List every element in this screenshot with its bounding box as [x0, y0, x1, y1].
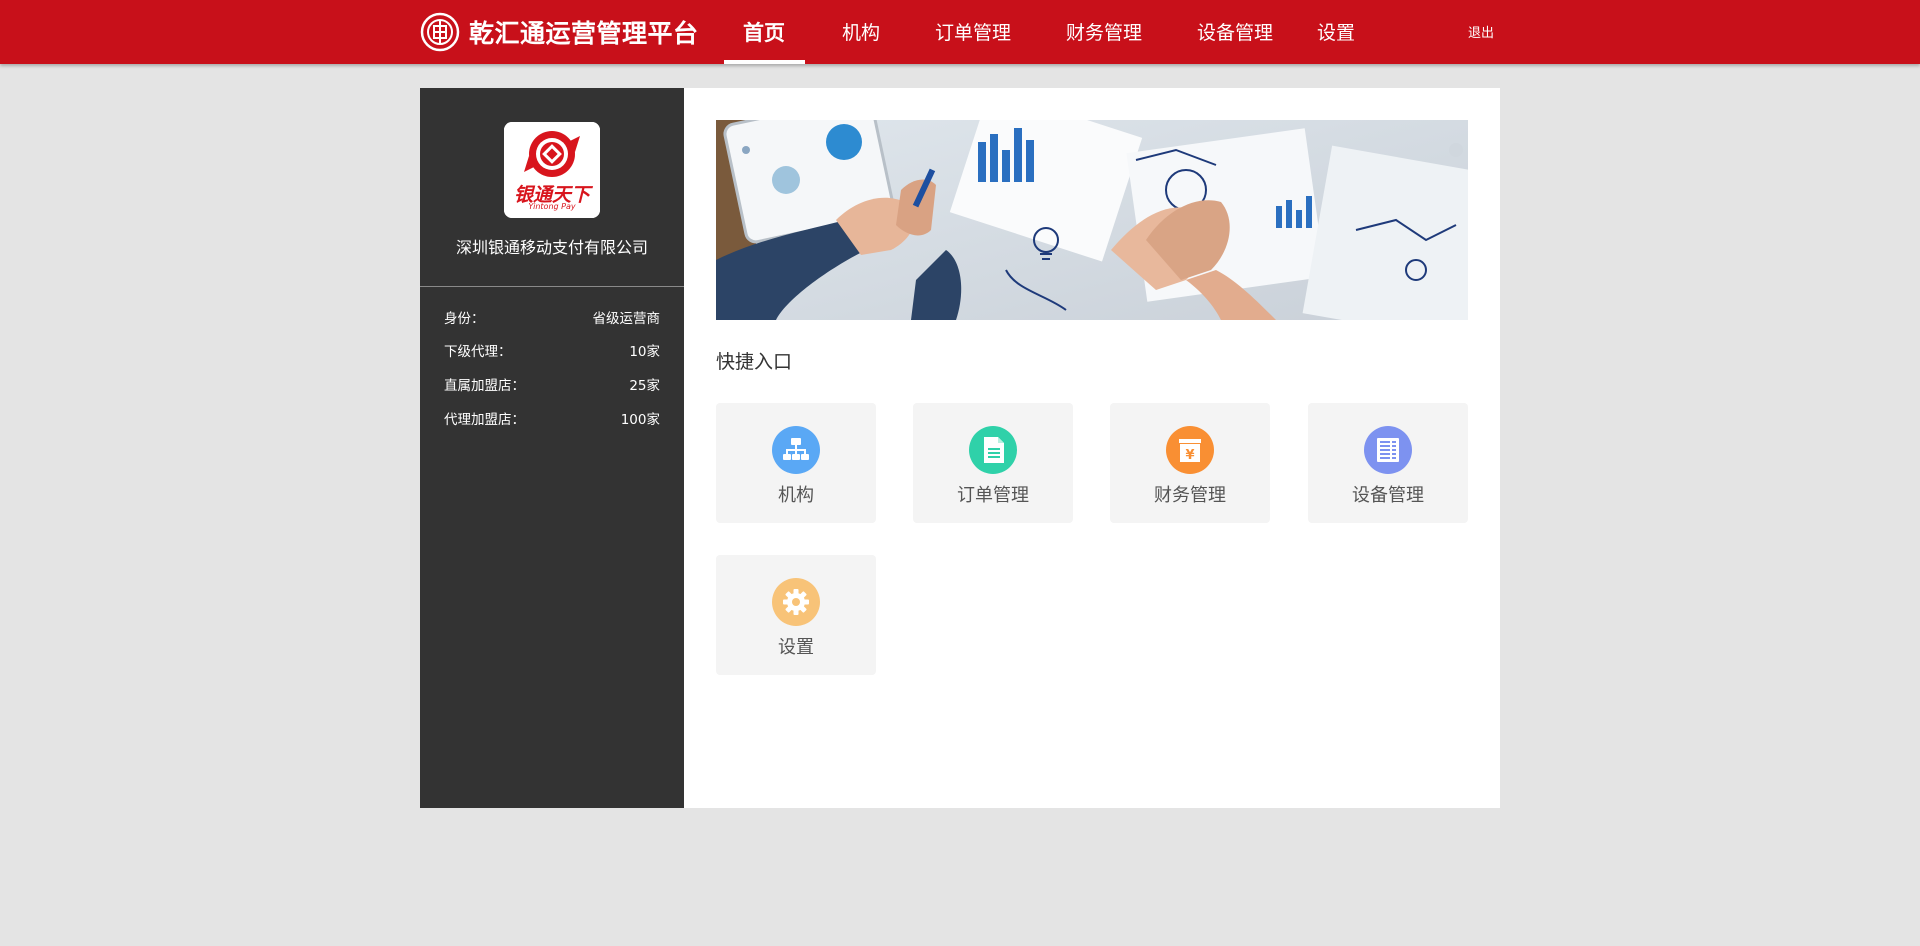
nav-settings[interactable]: 设置 [1317, 0, 1355, 64]
yuan-icon: ¥ [1166, 426, 1214, 474]
nav-active-indicator [724, 60, 805, 64]
shortcut-org[interactable]: 机构 [716, 403, 876, 523]
dashboard-content: 快捷入口 机构 订单管理 ¥ 财务管理 设备管理 设置 [684, 88, 1500, 808]
org-logo: 银通天下 Yintong Pay [504, 122, 600, 218]
app-title: 乾汇通运营管理平台 [469, 19, 699, 48]
org-chart-icon [772, 426, 820, 474]
shortcut-label: 机构 [778, 485, 814, 506]
shortcut-finance[interactable]: ¥ 财务管理 [1110, 403, 1270, 523]
info-value: 25家 [629, 378, 660, 394]
sidebar-divider [420, 286, 684, 287]
nav-org[interactable]: 机构 [842, 0, 880, 64]
info-row-identity: 身份： 省级运营商 [444, 307, 660, 327]
qianhuitong-logo-icon [420, 12, 460, 52]
shortcut-label: 订单管理 [957, 485, 1029, 506]
info-value: 10家 [629, 344, 660, 360]
device-icon [1364, 426, 1412, 474]
nav-devices[interactable]: 设备管理 [1197, 0, 1273, 64]
account-sidebar: 银通天下 Yintong Pay 深圳银通移动支付有限公司 身份： 省级运营商 … [420, 88, 684, 808]
quick-access-title: 快捷入口 [716, 351, 793, 373]
info-row-sub-agents: 下级代理： 10家 [444, 340, 660, 360]
info-row-direct-stores: 直属加盟店： 25家 [444, 374, 660, 394]
shortcut-devices[interactable]: 设备管理 [1308, 403, 1468, 523]
info-label: 代理加盟店： [444, 412, 525, 428]
shortcut-label: 设备管理 [1352, 485, 1424, 506]
info-label: 身份： [444, 311, 485, 327]
main-panel: 银通天下 Yintong Pay 深圳银通移动支付有限公司 身份： 省级运营商 … [420, 88, 1500, 808]
nav-finance[interactable]: 财务管理 [1066, 0, 1142, 64]
shortcut-label: 设置 [778, 637, 814, 658]
info-row-agent-stores: 代理加盟店： 100家 [444, 408, 660, 428]
info-label: 下级代理： [444, 344, 512, 360]
top-nav-bar: 乾汇通运营管理平台 首页 机构 订单管理 财务管理 设备管理 设置 退出 [0, 0, 1920, 64]
document-icon [969, 426, 1017, 474]
info-value: 100家 [620, 412, 660, 428]
shortcut-orders[interactable]: 订单管理 [913, 403, 1073, 523]
svg-text:¥: ¥ [1185, 448, 1194, 463]
org-name: 深圳银通移动支付有限公司 [455, 238, 648, 257]
logout-link[interactable]: 退出 [1468, 22, 1494, 41]
org-logo-brand-subtext: Yintong Pay [528, 202, 576, 211]
brand[interactable]: 乾汇通运营管理平台 [420, 12, 699, 52]
info-label: 直属加盟店： [444, 378, 525, 394]
gear-icon [772, 578, 820, 626]
banner-image [716, 120, 1468, 320]
shortcut-label: 财务管理 [1154, 485, 1226, 506]
nav-home[interactable]: 首页 [743, 0, 785, 64]
business-teamwork-photo-icon [716, 120, 1468, 320]
nav-orders[interactable]: 订单管理 [935, 0, 1011, 64]
info-value: 省级运营商 [592, 311, 661, 327]
shortcut-settings[interactable]: 设置 [716, 555, 876, 675]
